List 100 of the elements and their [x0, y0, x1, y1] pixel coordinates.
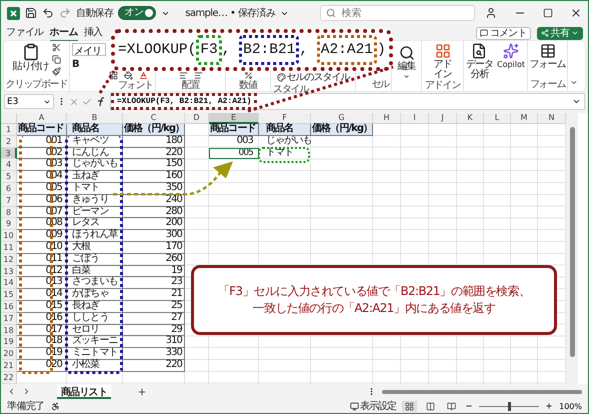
column-header[interactable]: F	[259, 113, 311, 124]
cell-styles-button[interactable]: セルのスタイル	[276, 70, 350, 84]
highlighted-argument: F3	[196, 35, 222, 65]
share-icon	[540, 29, 549, 37]
next-sheet-icon[interactable]	[22, 387, 31, 396]
table-cell: 200	[123, 218, 185, 230]
row-number[interactable]: 1	[1, 124, 17, 136]
status-text: 準備完了	[7, 400, 45, 413]
paste-button[interactable]: 貼り付け	[12, 43, 48, 72]
column-header[interactable]: K	[457, 113, 484, 124]
scissors-icon[interactable]	[52, 43, 60, 52]
save-icon[interactable]	[24, 7, 37, 19]
row-number[interactable]: 19	[1, 336, 17, 348]
copy-icon[interactable]	[52, 55, 60, 64]
column-header[interactable]: H	[373, 113, 401, 124]
table-cell: 23	[123, 277, 185, 290]
row-number[interactable]: 11	[1, 242, 17, 254]
formula-text: ,	[222, 42, 232, 58]
file-name[interactable]: sample… • 保存済み	[185, 6, 276, 20]
percent-icon[interactable]	[244, 71, 252, 80]
formula-text[interactable]: =XLOOKUP(F3, B2:B21, A2:A21)	[111, 93, 258, 110]
row-number[interactable]: 3	[1, 148, 17, 160]
font-color-icon[interactable]	[139, 71, 148, 80]
column-header[interactable]: I	[401, 113, 429, 124]
table-cell: 260	[123, 254, 185, 266]
row-number[interactable]: 15	[1, 289, 17, 301]
user-icon[interactable]	[485, 7, 498, 19]
table-cell: 180	[123, 136, 185, 148]
row-number[interactable]: 20	[1, 348, 17, 360]
callout-text: 「F3」セルに入力されている値で「B2:B21」の範囲を検索、 一致した値の行の「A2:A21」内にある値を返す	[218, 283, 530, 317]
accessibility-icon[interactable]	[50, 402, 60, 411]
brush-icon[interactable]	[52, 67, 60, 76]
page-icon	[426, 402, 436, 411]
row-number[interactable]: 12	[1, 254, 17, 266]
row-number[interactable]: 22	[1, 372, 17, 384]
caret-icon	[571, 29, 579, 37]
table-cell: 350	[123, 182, 185, 195]
fill-icon[interactable]	[124, 71, 133, 80]
editing-button[interactable]: 編集	[398, 45, 416, 80]
data-analysis-button[interactable]: データ 分析	[466, 43, 493, 80]
column-header[interactable]: L	[484, 113, 511, 124]
row-number[interactable]: 4	[1, 159, 17, 172]
column-header[interactable]: M	[511, 113, 538, 124]
row-number[interactable]: 21	[1, 360, 17, 372]
column-header[interactable]: A	[17, 113, 67, 124]
monitor-icon	[350, 402, 360, 411]
borders-icon[interactable]	[109, 71, 118, 80]
column-header[interactable]: G	[311, 113, 373, 124]
column-header[interactable]: E	[209, 113, 259, 124]
group-label: 数値	[239, 80, 257, 92]
row-number[interactable]: 14	[1, 277, 17, 290]
row-number[interactable]: 2	[1, 136, 17, 148]
zoom-slider-thumb[interactable]	[508, 402, 512, 411]
column-header[interactable]: D	[185, 113, 209, 124]
table-cell: ししとう	[67, 312, 123, 325]
redo-icon[interactable]	[58, 7, 71, 19]
column-header[interactable]: J	[429, 113, 457, 124]
header-cell: 商品コード	[209, 124, 259, 136]
previous-sheet-icon[interactable]	[7, 387, 16, 396]
display-settings-button[interactable]: 表示設定	[350, 399, 396, 413]
sheet-tab[interactable]: 商品リスト	[57, 384, 112, 399]
view-button[interactable]	[402, 400, 418, 412]
row-number[interactable]: 18	[1, 324, 17, 336]
row-number[interactable]: 13	[1, 266, 17, 278]
addins-button[interactable]: アド イン	[434, 43, 452, 80]
comment-button[interactable]: コメント	[476, 26, 531, 40]
row-number[interactable]: 10	[1, 230, 17, 242]
close-icon[interactable]	[570, 7, 582, 19]
form-button[interactable]: フォーム	[530, 43, 566, 70]
expand-icon[interactable]	[572, 97, 581, 106]
autosave-toggle[interactable]: オン	[118, 6, 156, 20]
column-header[interactable]: C	[123, 113, 185, 124]
row-number[interactable]: 17	[1, 312, 17, 325]
row-number[interactable]: 5	[1, 171, 17, 183]
zoom-in-icon[interactable]	[545, 402, 554, 410]
group-label: アドイン	[424, 80, 460, 92]
row-number[interactable]: 6	[1, 182, 17, 195]
maximize-icon[interactable]	[543, 8, 554, 18]
row-number[interactable]: 9	[1, 218, 17, 230]
table-cell: 25	[123, 300, 185, 313]
add-sheet-icon[interactable]	[137, 386, 148, 397]
table-cell: セロリ	[67, 324, 123, 336]
function-icon[interactable]	[95, 96, 107, 106]
formula-text: )	[376, 42, 386, 58]
row-number[interactable]: 7	[1, 194, 17, 207]
column-header[interactable]: B	[67, 113, 123, 124]
copilot-button[interactable]: Copilot	[496, 43, 526, 70]
row-number[interactable]: 16	[1, 300, 17, 313]
ribbon-tab[interactable]: 挿入	[84, 24, 103, 42]
table-cell: ごぼう	[67, 254, 123, 266]
ribbon-tab[interactable]: ファイル	[6, 24, 44, 42]
bold-button[interactable]: B	[72, 59, 106, 70]
share-button[interactable]: 共有	[536, 26, 583, 40]
undo-icon[interactable]	[42, 7, 54, 19]
check-icon[interactable]	[82, 96, 92, 106]
search-field[interactable]: 検索	[320, 5, 476, 21]
name-box[interactable]: E3	[4, 94, 54, 109]
column-header[interactable]: N	[538, 113, 566, 124]
vertical-scrollbar[interactable]	[566, 113, 578, 384]
row-number[interactable]: 8	[1, 206, 17, 218]
